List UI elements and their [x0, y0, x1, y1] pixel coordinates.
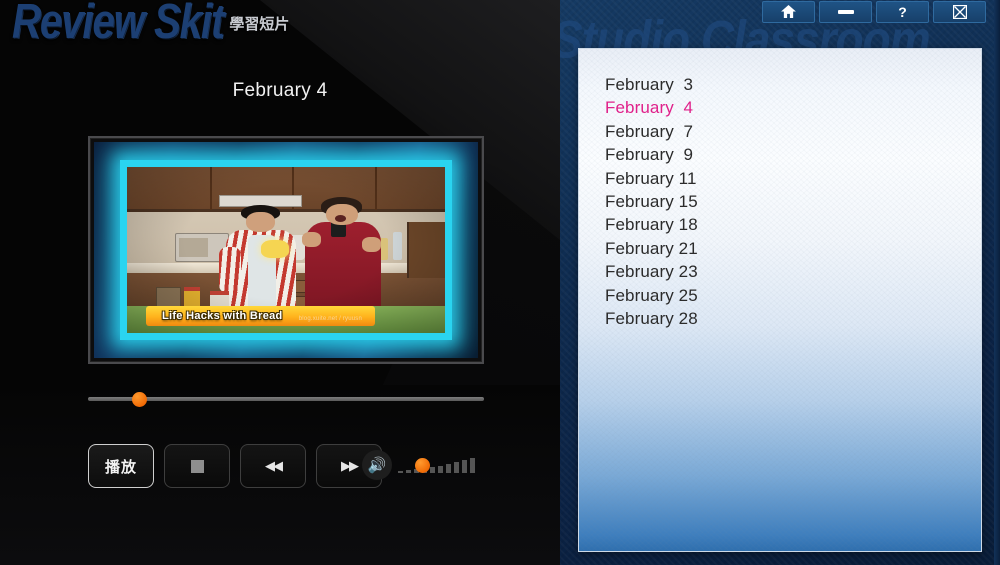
- video-frame-image: Life Hacks with Bread blog.xuite.net / r…: [127, 167, 445, 333]
- volume-bar[interactable]: [446, 464, 451, 473]
- app-window: Review Skit 學習短片 February 4 Life Hacks w…: [0, 0, 1000, 565]
- minimize-button[interactable]: [819, 1, 872, 23]
- volume-bar[interactable]: [438, 466, 443, 473]
- panel-right-edge: [994, 0, 1000, 565]
- close-button[interactable]: [933, 1, 986, 23]
- help-button[interactable]: ?: [876, 1, 929, 23]
- transport-controls: 播放 ◀◀ ▶▶: [88, 444, 392, 488]
- date-list-item[interactable]: February 28: [605, 307, 971, 330]
- date-list-card: February 3 February 4 February 7 February 9…: [578, 48, 982, 552]
- date-list-item[interactable]: February 11: [605, 167, 971, 190]
- date-list-item[interactable]: February 4: [605, 96, 971, 119]
- progress-track[interactable]: [88, 397, 484, 401]
- speaker-glyph: 🔊: [367, 456, 387, 474]
- video-player[interactable]: Life Hacks with Bread blog.xuite.net / r…: [88, 136, 484, 364]
- page-title: February 4: [232, 80, 328, 101]
- date-list: February 3 February 4 February 7 February 9…: [605, 73, 971, 330]
- volume-bar[interactable]: [398, 471, 403, 473]
- volume-bar[interactable]: [462, 460, 467, 473]
- stop-button[interactable]: [164, 444, 230, 488]
- date-list-item[interactable]: February 7: [605, 120, 971, 143]
- home-icon: [781, 4, 796, 20]
- rewind-button[interactable]: ◀◀: [240, 444, 306, 488]
- player-panel: Review Skit 學習短片 February 4 Life Hacks w…: [0, 0, 560, 565]
- date-list-item[interactable]: February 15: [605, 190, 971, 213]
- playback-progress-slider[interactable]: [88, 392, 484, 407]
- home-button[interactable]: [762, 1, 815, 23]
- volume-bar[interactable]: [406, 470, 411, 473]
- question-mark-icon: ?: [898, 4, 907, 20]
- rewind-icon: ◀◀: [265, 458, 283, 473]
- play-button-label: 播放: [104, 458, 137, 476]
- episode-list-panel: Studio Classroom ? February 3 February 4…: [560, 0, 1000, 565]
- volume-bar[interactable]: [470, 458, 475, 473]
- play-button[interactable]: 播放: [88, 444, 154, 488]
- progress-knob[interactable]: [132, 392, 148, 407]
- close-icon: [952, 5, 967, 19]
- volume-slider[interactable]: [398, 457, 478, 473]
- video-glow-frame: Life Hacks with Bread blog.xuite.net / r…: [120, 160, 452, 340]
- video-title-text: Life Hacks with Bread: [161, 310, 283, 323]
- date-list-item[interactable]: February 25: [605, 284, 971, 307]
- video-backdrop: Life Hacks with Bread blog.xuite.net / r…: [94, 142, 478, 358]
- date-list-item[interactable]: February 9: [605, 143, 971, 166]
- stop-icon: [190, 459, 204, 473]
- volume-knob[interactable]: [415, 458, 430, 473]
- video-source-watermark: blog.xuite.net / ryuusn: [298, 316, 363, 323]
- brand-subtitle: 學習短片: [229, 16, 290, 33]
- window-titlebar: ?: [762, 1, 986, 23]
- brand-logo: Review Skit 學習短片: [8, 0, 428, 48]
- date-list-item[interactable]: February 18: [605, 213, 971, 236]
- speaker-icon[interactable]: 🔊: [362, 450, 392, 480]
- fast-forward-icon: ▶▶: [341, 458, 359, 473]
- volume-control[interactable]: 🔊: [362, 450, 478, 480]
- date-list-item[interactable]: February 23: [605, 260, 971, 283]
- date-list-item[interactable]: February 21: [605, 237, 971, 260]
- brand-title: Review Skit: [12, 0, 224, 49]
- minimize-icon: [837, 10, 854, 14]
- volume-bar[interactable]: [454, 462, 459, 473]
- date-list-item[interactable]: February 3: [605, 73, 971, 96]
- volume-bar[interactable]: [430, 467, 435, 473]
